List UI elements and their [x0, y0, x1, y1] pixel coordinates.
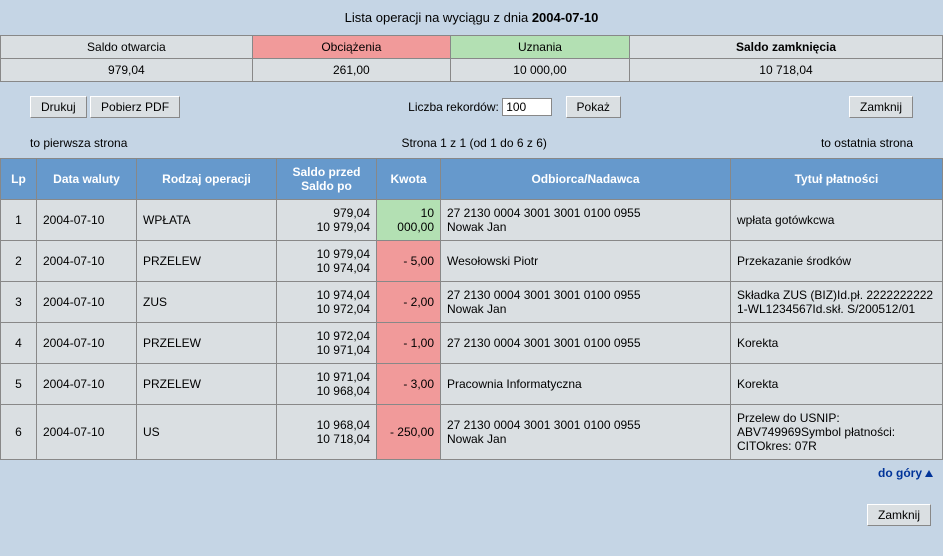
ops-col-amount: Kwota [377, 159, 441, 200]
cell-type: ZUS [137, 282, 277, 323]
cell-balance: 10 968,0410 718,04 [277, 405, 377, 460]
summary-debit-header: Obciążenia [252, 36, 450, 59]
cell-amount: 10 000,00 [377, 200, 441, 241]
table-row: 42004-07-10PRZELEW10 972,0410 971,04- 1,… [1, 323, 943, 364]
summary-credit-header: Uznania [450, 36, 629, 59]
cell-lp: 2 [1, 241, 37, 282]
cell-amount: - 3,00 [377, 364, 441, 405]
operations-table: Lp Data waluty Rodzaj operacji Saldo prz… [0, 158, 943, 460]
summary-table: Saldo otwarcia Obciążenia Uznania Saldo … [0, 35, 943, 82]
records-input[interactable] [502, 98, 552, 116]
ops-col-balance: Saldo przedSaldo po [277, 159, 377, 200]
nav-page: Strona 1 z 1 (od 1 do 6 z 6) [401, 136, 546, 150]
cell-lp: 5 [1, 364, 37, 405]
cell-balance: 10 972,0410 971,04 [277, 323, 377, 364]
cell-date: 2004-07-10 [37, 364, 137, 405]
summary-closing-value: 10 718,04 [630, 59, 943, 82]
cell-type: PRZELEW [137, 241, 277, 282]
cell-amount: - 5,00 [377, 241, 441, 282]
cell-party: 27 2130 0004 3001 3001 0100 0955 [441, 323, 731, 364]
cell-lp: 4 [1, 323, 37, 364]
cell-type: US [137, 405, 277, 460]
cell-party: 27 2130 0004 3001 3001 0100 0955Nowak Ja… [441, 282, 731, 323]
cell-party: 27 2130 0004 3001 3001 0100 0955Nowak Ja… [441, 405, 731, 460]
cell-amount: - 1,00 [377, 323, 441, 364]
cell-title: Przekazanie środków [731, 241, 943, 282]
ops-col-title: Tytuł płatności [731, 159, 943, 200]
arrow-up-icon [925, 470, 933, 477]
cell-balance: 10 979,0410 974,04 [277, 241, 377, 282]
cell-lp: 1 [1, 200, 37, 241]
ops-col-type: Rodzaj operacji [137, 159, 277, 200]
cell-date: 2004-07-10 [37, 323, 137, 364]
summary-opening-header: Saldo otwarcia [1, 36, 253, 59]
summary-credit-value: 10 000,00 [450, 59, 629, 82]
cell-party: Wesołowski Piotr [441, 241, 731, 282]
cell-title: Składka ZUS (BIZ)Id.pł. 22222222221-WL12… [731, 282, 943, 323]
cell-date: 2004-07-10 [37, 282, 137, 323]
cell-type: WPŁATA [137, 200, 277, 241]
cell-party: Pracownia Informatyczna [441, 364, 731, 405]
page-title: Lista operacji na wyciągu z dnia 2004-07… [0, 0, 943, 35]
table-row: 52004-07-10PRZELEW10 971,0410 968,04- 3,… [1, 364, 943, 405]
summary-opening-value: 979,04 [1, 59, 253, 82]
cell-type: PRZELEW [137, 323, 277, 364]
cell-date: 2004-07-10 [37, 241, 137, 282]
cell-amount: - 250,00 [377, 405, 441, 460]
cell-amount: - 2,00 [377, 282, 441, 323]
cell-title: wpłata gotówkcwa [731, 200, 943, 241]
records-label: Liczba rekordów: [408, 100, 499, 114]
summary-closing-header: Saldo zamknięcia [630, 36, 943, 59]
cell-date: 2004-07-10 [37, 200, 137, 241]
to-top-link[interactable]: do góry [878, 466, 933, 480]
cell-party: 27 2130 0004 3001 3001 0100 0955Nowak Ja… [441, 200, 731, 241]
summary-debit-value: 261,00 [252, 59, 450, 82]
cell-title: Przelew do USNIP: ABV749969Symbol płatno… [731, 405, 943, 460]
cell-lp: 3 [1, 282, 37, 323]
cell-lp: 6 [1, 405, 37, 460]
show-button[interactable]: Pokaż [566, 96, 621, 118]
cell-balance: 10 974,0410 972,04 [277, 282, 377, 323]
ops-col-lp: Lp [1, 159, 37, 200]
ops-col-party: Odbiorca/Nadawca [441, 159, 731, 200]
cell-date: 2004-07-10 [37, 405, 137, 460]
cell-balance: 10 971,0410 968,04 [277, 364, 377, 405]
table-row: 32004-07-10ZUS10 974,0410 972,04- 2,0027… [1, 282, 943, 323]
table-row: 62004-07-10US10 968,0410 718,04- 250,002… [1, 405, 943, 460]
ops-col-date: Data waluty [37, 159, 137, 200]
nav-first: to pierwsza strona [30, 136, 127, 150]
close-button-top[interactable]: Zamknij [849, 96, 913, 118]
cell-title: Korekta [731, 323, 943, 364]
cell-type: PRZELEW [137, 364, 277, 405]
cell-balance: 979,0410 979,04 [277, 200, 377, 241]
table-row: 22004-07-10PRZELEW10 979,0410 974,04- 5,… [1, 241, 943, 282]
cell-title: Korekta [731, 364, 943, 405]
download-pdf-button[interactable]: Pobierz PDF [90, 96, 180, 118]
print-button[interactable]: Drukuj [30, 96, 87, 118]
nav-last: to ostatnia strona [821, 136, 913, 150]
table-row: 12004-07-10WPŁATA979,0410 979,0410 000,0… [1, 200, 943, 241]
close-button-bottom[interactable]: Zamknij [867, 504, 931, 526]
